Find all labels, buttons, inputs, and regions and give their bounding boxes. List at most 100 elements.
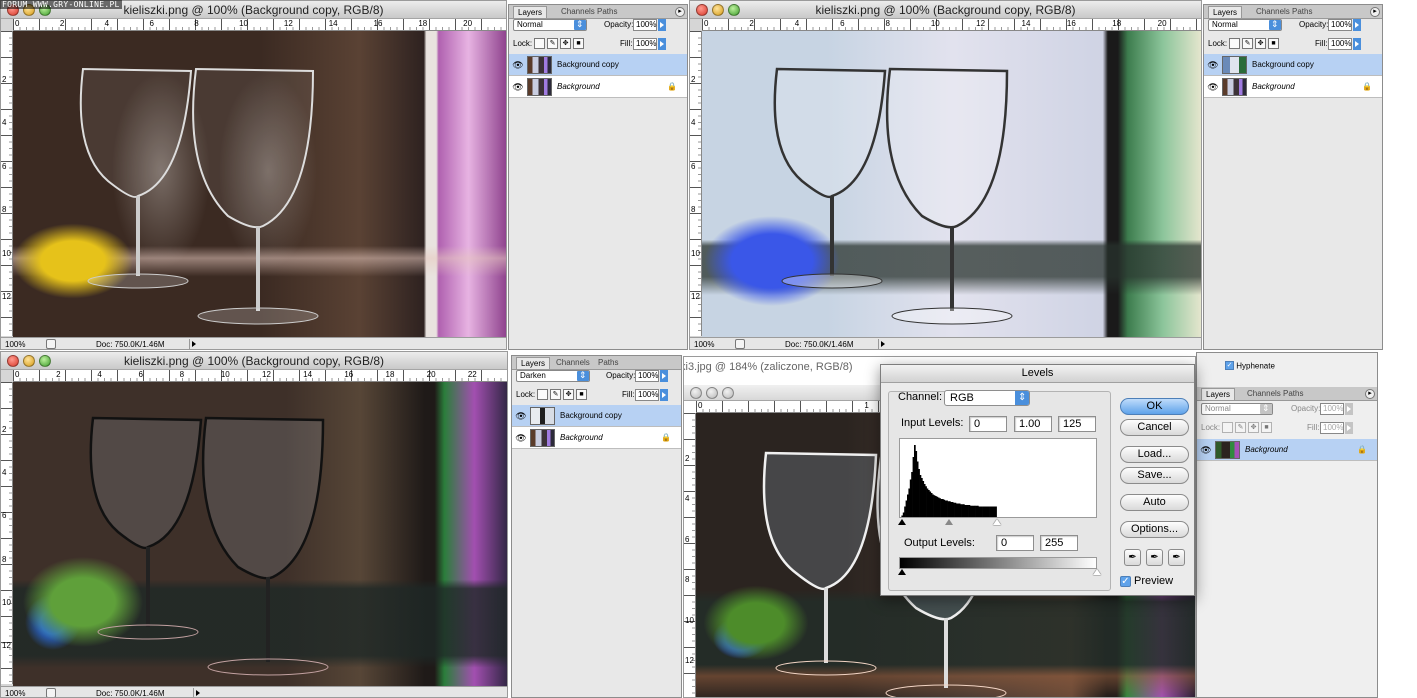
layer-row[interactable]: 👁 Background 🔒 <box>509 76 687 98</box>
tab-layers[interactable]: Layers <box>516 357 551 369</box>
zoom-level[interactable]: 100% <box>5 340 25 349</box>
zoom-button[interactable] <box>722 387 734 399</box>
status-menu-arrow-icon[interactable] <box>193 688 202 697</box>
fill-field[interactable]: 100% <box>1320 422 1344 434</box>
preview-checkbox[interactable]: ✓ <box>1120 576 1131 587</box>
layer-row[interactable]: 👁 Background copy <box>1204 54 1382 76</box>
lock-transparency-icon[interactable] <box>1222 422 1233 433</box>
output-white-slider[interactable] <box>1093 569 1101 575</box>
status-info-icon[interactable] <box>735 339 745 349</box>
input-black-field[interactable]: 0 <box>969 416 1007 432</box>
image-canvas[interactable] <box>702 31 1201 338</box>
zoom-level[interactable]: 100% <box>694 340 714 349</box>
input-white-field[interactable]: 125 <box>1058 416 1096 432</box>
auto-button[interactable]: Auto <box>1120 494 1189 511</box>
vertical-ruler[interactable]: 2 4 6 8 10 12 <box>690 31 702 336</box>
output-black-field[interactable]: 0 <box>996 535 1034 551</box>
black-eyedropper-icon[interactable]: ✒ <box>1124 549 1141 566</box>
blend-mode-select[interactable]: Normal <box>513 19 587 31</box>
eye-icon[interactable]: 👁 <box>512 81 524 93</box>
eye-icon[interactable]: 👁 <box>1200 444 1212 456</box>
layer-row[interactable]: 👁 Background 🔒 <box>512 427 681 449</box>
vertical-ruler[interactable]: 2 4 6 8 10 12 <box>684 413 696 697</box>
lock-move-icon[interactable]: ✥ <box>1255 38 1266 49</box>
channel-select[interactable]: RGB <box>944 390 1030 406</box>
tab-paths[interactable]: Paths <box>1292 7 1312 16</box>
tab-channels[interactable]: Channels <box>561 7 595 16</box>
tab-channels[interactable]: Channels <box>556 358 590 367</box>
horizontal-ruler[interactable]: 0 2 4 6 8 10 12 14 16 18 20 <box>13 19 506 31</box>
fill-field[interactable]: 100% <box>633 38 657 50</box>
eye-icon[interactable]: 👁 <box>515 410 527 422</box>
vertical-ruler[interactable]: 2 4 6 8 10 12 <box>1 31 13 336</box>
layer-row[interactable]: 👁 Background 🔒 <box>1197 439 1377 461</box>
image-canvas[interactable] <box>13 31 506 338</box>
status-info-icon[interactable] <box>46 339 56 349</box>
tab-channels[interactable]: Channels <box>1247 389 1281 398</box>
tab-paths[interactable]: Paths <box>1283 389 1303 398</box>
window-titlebar[interactable]: kieliszki.png @ 100% (Background copy, R… <box>1 352 507 370</box>
lock-paint-icon[interactable]: ✎ <box>550 389 561 400</box>
lock-transparency-icon[interactable] <box>534 38 545 49</box>
lock-all-icon[interactable]: ■ <box>573 38 584 49</box>
opacity-field[interactable]: 100% <box>633 19 657 31</box>
fill-field[interactable]: 100% <box>1328 38 1352 50</box>
lock-paint-icon[interactable]: ✎ <box>1235 422 1246 433</box>
hyphenate-checkbox[interactable]: ✓ <box>1225 361 1234 371</box>
tab-paths[interactable]: Paths <box>597 7 617 16</box>
opacity-field[interactable]: 100% <box>1328 19 1352 31</box>
opacity-field[interactable]: 100% <box>635 370 659 382</box>
eye-icon[interactable]: 👁 <box>1207 59 1219 71</box>
fill-slider-arrow[interactable] <box>658 38 666 50</box>
tab-layers[interactable]: Layers <box>1201 388 1236 400</box>
image-canvas[interactable] <box>13 382 507 686</box>
opacity-slider-arrow[interactable] <box>1353 19 1361 31</box>
cancel-button[interactable]: Cancel <box>1120 419 1189 436</box>
horizontal-ruler[interactable]: 0 2 4 6 8 10 12 14 16 18 20 <box>702 19 1201 31</box>
fill-slider-arrow[interactable] <box>1345 422 1353 434</box>
lock-all-icon[interactable]: ■ <box>1268 38 1279 49</box>
layer-row[interactable]: 👁 Background copy <box>509 54 687 76</box>
fill-slider-arrow[interactable] <box>660 389 668 401</box>
lock-transparency-icon[interactable] <box>1229 38 1240 49</box>
tab-channels[interactable]: Channels <box>1256 7 1290 16</box>
minimize-button[interactable] <box>706 387 718 399</box>
eye-icon[interactable]: 👁 <box>512 59 524 71</box>
blend-mode-select[interactable]: Normal <box>1208 19 1282 31</box>
hyphenate-row[interactable]: ✓ Hyphenate <box>1225 361 1275 371</box>
lock-all-icon[interactable]: ■ <box>576 389 587 400</box>
status-menu-arrow-icon[interactable] <box>189 339 198 349</box>
gray-eyedropper-icon[interactable]: ✒ <box>1146 549 1163 566</box>
opacity-slider-arrow[interactable] <box>1345 403 1353 415</box>
fill-field[interactable]: 100% <box>635 389 659 401</box>
eye-icon[interactable]: 👁 <box>1207 81 1219 93</box>
palette-menu-icon[interactable]: ▸ <box>675 7 685 17</box>
tab-layers[interactable]: Layers <box>1208 6 1243 18</box>
lock-paint-icon[interactable]: ✎ <box>1242 38 1253 49</box>
vertical-ruler[interactable]: 2 4 6 8 10 12 <box>1 382 13 684</box>
status-info-icon[interactable] <box>46 688 56 697</box>
status-menu-arrow-icon[interactable] <box>878 339 887 349</box>
blend-mode-select[interactable]: Darken <box>516 370 590 382</box>
opacity-field[interactable]: 100% <box>1320 403 1344 415</box>
lock-move-icon[interactable]: ✥ <box>563 389 574 400</box>
opacity-slider-arrow[interactable] <box>660 370 668 382</box>
lock-all-icon[interactable]: ■ <box>1261 422 1272 433</box>
ok-button[interactable]: OK <box>1120 398 1189 415</box>
palette-menu-icon[interactable]: ▸ <box>1370 7 1380 17</box>
input-gamma-slider[interactable] <box>945 519 953 525</box>
load-button[interactable]: Load... <box>1120 446 1189 463</box>
opacity-slider-arrow[interactable] <box>658 19 666 31</box>
lock-paint-icon[interactable]: ✎ <box>547 38 558 49</box>
output-black-slider[interactable] <box>898 569 906 575</box>
white-eyedropper-icon[interactable]: ✒ <box>1168 549 1185 566</box>
zoom-level[interactable]: 100% <box>5 689 25 697</box>
layer-row[interactable]: 👁 Background 🔒 <box>1204 76 1382 98</box>
blend-mode-select[interactable]: Normal <box>1201 403 1273 415</box>
lock-move-icon[interactable]: ✥ <box>1248 422 1259 433</box>
window-titlebar[interactable]: kieliszki.png @ 100% (Background copy, R… <box>690 1 1201 19</box>
lock-transparency-icon[interactable] <box>537 389 548 400</box>
output-white-field[interactable]: 255 <box>1040 535 1078 551</box>
horizontal-ruler[interactable]: 0 2 4 6 8 10 12 14 16 18 20 22 <box>13 370 507 382</box>
input-black-slider[interactable] <box>898 519 906 525</box>
